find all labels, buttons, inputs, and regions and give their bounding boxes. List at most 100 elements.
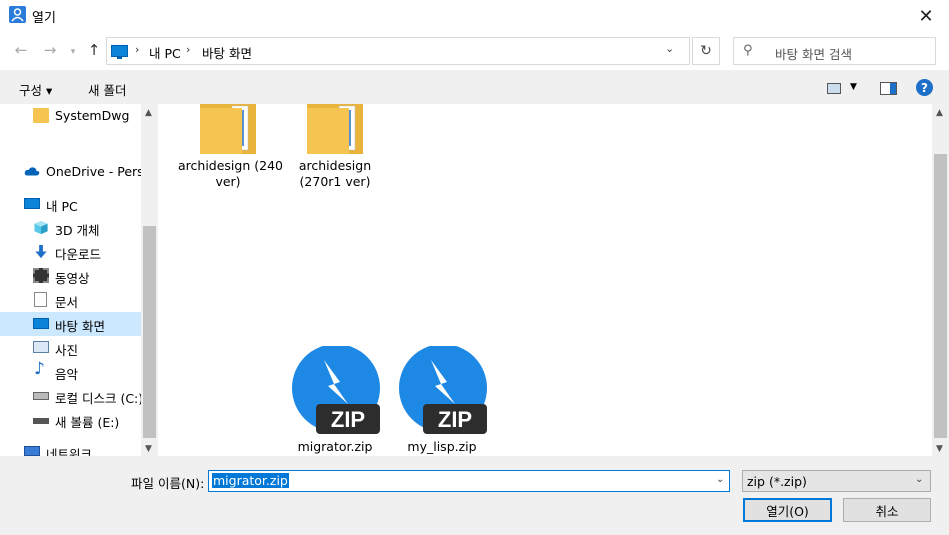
open-dialog-app-icon xyxy=(9,6,26,23)
sidebar-item-label: 네트워크 xyxy=(46,447,93,456)
open-button[interactable]: 열기(O) xyxy=(743,498,832,522)
file-name-label: migrator.zip xyxy=(297,439,373,454)
scroll-down-icon[interactable]: ▼ xyxy=(936,444,943,454)
music-note-icon: ♪ xyxy=(34,359,45,379)
sidebar-item-new-volume-e[interactable]: 새 볼륨 (E:) xyxy=(0,408,141,432)
window-title: 열기 xyxy=(32,11,56,26)
local-disk-icon xyxy=(33,392,49,400)
pc-icon xyxy=(111,45,128,59)
zip-archive-icon: ZIP xyxy=(399,346,487,434)
preview-pane-icon[interactable] xyxy=(880,82,897,95)
search-placeholder: 바탕 화면 검색 xyxy=(775,47,852,62)
scroll-down-icon[interactable]: ▼ xyxy=(145,444,152,454)
breadcrumb-my-pc[interactable]: 내 PC xyxy=(149,43,181,62)
filename-label: 파일 이름(N): xyxy=(131,476,205,491)
breadcrumb-separator-icon: › xyxy=(186,43,191,56)
navigation-pane: SystemDwg OneDrive - Person 내 PC 3D 개체 다… xyxy=(0,104,158,456)
folder-icon xyxy=(200,104,256,154)
file-name-text: archidesign (270r1 ver) xyxy=(298,158,372,189)
organize-button[interactable]: 구성 ▾ xyxy=(19,80,52,99)
title-bar: 열기 ✕ xyxy=(0,0,949,32)
up-button[interactable]: ↑ xyxy=(84,40,104,60)
sidebar-item-my-pc[interactable]: 내 PC xyxy=(0,192,141,216)
help-icon[interactable]: ? xyxy=(916,79,933,96)
breadcrumb-separator-icon: › xyxy=(135,43,140,56)
file-item-folder[interactable]: archidesign (270r1 ver) xyxy=(285,104,385,194)
close-icon: ✕ xyxy=(918,5,934,27)
file-item-zip[interactable]: ZIP my_lisp.zip xyxy=(392,344,492,456)
file-item-zip[interactable]: ZIP migrator.zip xyxy=(285,344,385,456)
close-button[interactable]: ✕ xyxy=(903,0,949,32)
file-name-label: my_lisp.zip xyxy=(407,439,477,454)
sidebar-item-systemdwg[interactable]: SystemDwg xyxy=(0,104,141,128)
up-arrow-icon: ↑ xyxy=(87,41,101,59)
back-arrow-icon: ← xyxy=(14,41,28,59)
pc-icon xyxy=(24,198,40,209)
sidebar-item-label: 음악 xyxy=(55,367,79,382)
zip-badge-text: ZIP xyxy=(438,407,472,432)
refresh-icon: ↻ xyxy=(700,43,712,59)
filetype-value: zip (*.zip) xyxy=(747,474,807,489)
sidebar-item-label: 사진 xyxy=(55,343,79,358)
sidebar-item-label: 동영상 xyxy=(55,271,90,286)
forward-arrow-icon: → xyxy=(43,41,57,59)
sidebar-item-label: SystemDwg xyxy=(55,108,130,123)
sidebar-item-label: 문서 xyxy=(55,295,79,310)
refresh-button[interactable]: ↻ xyxy=(692,37,720,65)
file-name-text: archidesign (240 ver) xyxy=(178,158,283,189)
command-toolbar: 구성 ▾ 새 폴더 ▼ xyxy=(0,70,949,104)
recent-locations-button[interactable]: ▾ xyxy=(63,42,83,62)
filename-value: migrator.zip xyxy=(212,473,289,488)
cancel-button[interactable]: 취소 xyxy=(843,498,931,522)
sidebar-item-pictures[interactable]: 사진 xyxy=(0,336,141,360)
sidebar-item-label: 다운로드 xyxy=(55,247,102,262)
sidebar-scroll-thumb[interactable] xyxy=(143,226,156,438)
drive-icon xyxy=(33,418,49,424)
address-bar[interactable]: › 내 PC › 바탕 화면 ⌄ xyxy=(106,37,690,65)
sidebar-item-videos[interactable]: 동영상 xyxy=(0,264,141,288)
sidebar-item-label: 3D 개체 xyxy=(55,223,100,238)
folder-icon xyxy=(307,104,363,154)
file-list-area: archidesign (240 ver) archidesign (270r1… xyxy=(158,104,932,456)
view-options-icon[interactable] xyxy=(827,83,841,94)
video-icon xyxy=(33,268,49,283)
chevron-down-icon: ▾ xyxy=(70,47,76,57)
scroll-up-icon[interactable]: ▲ xyxy=(145,108,152,118)
new-folder-button[interactable]: 새 폴더 xyxy=(88,80,126,99)
address-dropdown-icon[interactable]: ⌄ xyxy=(665,42,674,55)
network-icon xyxy=(24,446,40,456)
scroll-up-icon[interactable]: ▲ xyxy=(936,108,943,118)
sidebar-item-downloads[interactable]: 다운로드 xyxy=(0,240,141,264)
navigation-bar: ← → ▾ ↑ › 내 PC › 바탕 화면 ⌄ ↻ ⚲ 바탕 화면 검색 xyxy=(0,32,949,70)
onedrive-cloud-icon xyxy=(24,167,40,176)
filetype-select[interactable]: zip (*.zip) ⌄ xyxy=(742,470,931,492)
sidebar-item-label: 내 PC xyxy=(46,199,78,214)
file-name-label: archidesign (270r1 ver) xyxy=(285,158,385,190)
sidebar-item-network[interactable]: 네트워크 xyxy=(0,440,141,456)
document-icon xyxy=(34,292,47,307)
zip-archive-icon: ZIP xyxy=(292,346,380,434)
search-box[interactable]: ⚲ 바탕 화면 검색 xyxy=(733,37,936,65)
sidebar-item-label: 로컬 디스크 (C:) xyxy=(55,391,144,406)
sidebar-item-onedrive[interactable]: OneDrive - Person xyxy=(0,160,158,184)
file-list-scroll-thumb[interactable] xyxy=(934,154,947,438)
download-arrow-icon xyxy=(35,244,47,259)
file-item-folder[interactable]: archidesign (240 ver) xyxy=(178,104,283,194)
sidebar-item-desktop[interactable]: 바탕 화면 xyxy=(0,312,141,336)
filename-input[interactable]: migrator.zip ⌄ xyxy=(208,470,730,492)
chevron-down-icon[interactable]: ⌄ xyxy=(716,474,724,485)
sidebar-item-music[interactable]: ♪ 음악 xyxy=(0,360,141,384)
breadcrumb-desktop[interactable]: 바탕 화면 xyxy=(202,43,252,62)
desktop-icon xyxy=(33,318,49,329)
sidebar-item-3d-objects[interactable]: 3D 개체 xyxy=(0,216,141,240)
folder-icon xyxy=(33,108,49,123)
view-dropdown-icon[interactable]: ▼ xyxy=(850,82,857,92)
forward-button[interactable]: → xyxy=(40,40,60,60)
sidebar-item-local-disk-c[interactable]: 로컬 디스크 (C:) xyxy=(0,384,144,408)
search-icon: ⚲ xyxy=(743,43,753,58)
sidebar-item-label: 바탕 화면 xyxy=(55,319,105,334)
back-button[interactable]: ← xyxy=(11,40,31,60)
sidebar-item-label: 새 볼륨 (E:) xyxy=(55,415,120,430)
zip-badge-text: ZIP xyxy=(331,407,365,432)
sidebar-item-documents[interactable]: 문서 xyxy=(0,288,141,312)
